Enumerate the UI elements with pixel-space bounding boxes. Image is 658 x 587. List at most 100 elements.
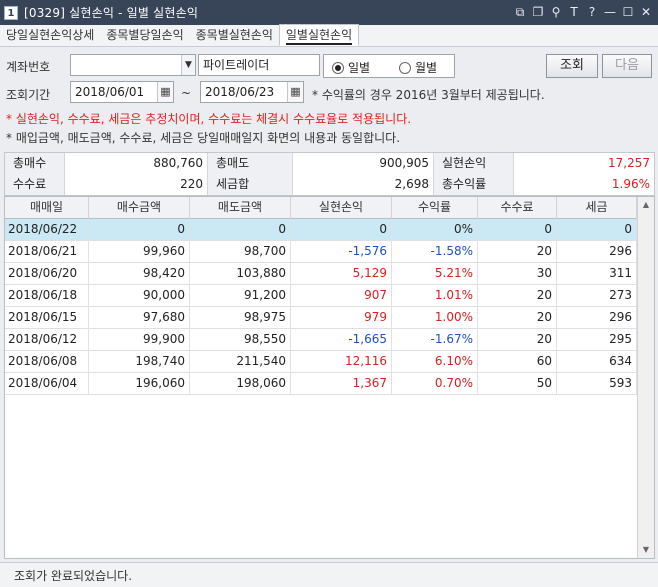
next-button[interactable]: 다음 — [602, 54, 652, 78]
minimize-icon[interactable]: — — [602, 4, 618, 20]
tab-3[interactable]: 일별실현손익 — [278, 24, 360, 46]
tab-2[interactable]: 종목별실현손익 — [190, 25, 279, 46]
pin-icon[interactable]: ⚲ — [548, 4, 564, 20]
header-tax[interactable]: 세금 — [557, 197, 637, 219]
scroll-down-icon[interactable]: ▼ — [638, 542, 654, 558]
maximize-icon[interactable]: ☐ — [620, 4, 636, 20]
table-row[interactable]: 2018/06/08 198,740 211,540 12,116 6.10% 60 634 — [5, 351, 637, 373]
cell-fee: 20 — [478, 241, 557, 263]
table-row[interactable]: 2018/06/04 196,060 198,060 1,367 0.70% 50 593 — [5, 373, 637, 395]
cell-buy-amount: 97,680 — [89, 307, 190, 329]
header-realized-pnl[interactable]: 실현손익 — [291, 197, 392, 219]
window-number-badge: 1 — [4, 5, 18, 20]
cell-return-rate: 0% — [392, 219, 478, 241]
cell-realized-pnl: 5,129 — [291, 263, 392, 285]
tab-1[interactable]: 종목별당일손익 — [100, 25, 189, 46]
total-return-label: 총수익률 — [434, 174, 514, 195]
cell-tax: 634 — [557, 351, 637, 373]
header-buy-amount[interactable]: 매수금액 — [89, 197, 190, 219]
same-content-notice: * 매입금액, 매도금액, 수수료, 세금은 당일매매일지 화면의 내용과 동일… — [6, 131, 401, 145]
cell-return-rate: -1.58% — [392, 241, 478, 263]
chevron-down-icon[interactable]: ▼ — [181, 55, 195, 75]
scroll-up-icon[interactable]: ▲ — [638, 197, 654, 213]
radio-monthly-dot — [399, 61, 411, 74]
cell-realized-pnl: 907 — [291, 285, 392, 307]
vertical-scrollbar[interactable]: ▲ ▼ — [637, 197, 654, 558]
cell-buy-amount: 0 — [89, 219, 190, 241]
help-icon[interactable]: ? — [584, 4, 600, 20]
tab-label: 일별실현손익 — [285, 28, 353, 45]
cell-sell-amount: 98,550 — [190, 329, 291, 351]
date-from-value: 2018/06/01 — [75, 85, 145, 99]
account-number-select[interactable]: ▼ — [70, 54, 196, 76]
table-row[interactable]: 2018/06/15 97,680 98,975 979 1.00% 20 296 — [5, 307, 637, 329]
cell-sell-amount: 91,200 — [190, 285, 291, 307]
total-sell-label: 총매도 — [208, 153, 293, 174]
search-button[interactable]: 조회 — [546, 54, 598, 78]
radio-daily-dot — [332, 61, 344, 74]
tab-label: 당일실현손익상세 — [6, 28, 95, 42]
radio-monthly-label: 월별 — [415, 61, 438, 75]
account-label: 계좌번호 — [6, 60, 51, 74]
copy-icon[interactable]: ❐ — [530, 4, 546, 20]
close-icon[interactable]: ✕ — [638, 4, 654, 20]
period-label: 조회기간 — [6, 88, 51, 102]
cell-trade-date: 2018/06/22 — [5, 219, 89, 241]
date-to-field[interactable]: 2018/06/23 ▦ — [200, 81, 304, 103]
font-icon[interactable]: T — [566, 4, 582, 20]
title-bar-icons: ⧉ ❐ ⚲ T? — ☐ ✕ — [512, 4, 654, 20]
header-sell-amount[interactable]: 매도금액 — [190, 197, 291, 219]
calendar-icon[interactable]: ▦ — [157, 82, 173, 102]
summary-row-2: 수수료 220 세금합 2,698 총수익률 1.96% — [5, 174, 654, 195]
header-return-rate[interactable]: 수익률 — [392, 197, 478, 219]
radio-monthly[interactable]: 월별 — [399, 59, 437, 76]
cell-tax: 0 — [557, 219, 637, 241]
header-fee[interactable]: 수수료 — [478, 197, 557, 219]
date-to-value: 2018/06/23 — [205, 85, 275, 99]
calendar-icon[interactable]: ▦ — [287, 82, 303, 102]
cell-tax: 273 — [557, 285, 637, 307]
radio-daily[interactable]: 일별 — [332, 59, 370, 76]
table-row[interactable]: 2018/06/20 98,420 103,880 5,129 5.21% 30 311 — [5, 263, 637, 285]
cell-realized-pnl: -1,665 — [291, 329, 392, 351]
daily-pnl-table[interactable]: 매매일 매수금액 매도금액 실현손익 수익률 수수료 세금 2018/06/22 0 0 0 0% 0… — [4, 196, 655, 559]
table-row[interactable]: 2018/06/22 0 0 0 0% 0 0 — [5, 219, 637, 241]
cell-fee: 20 — [478, 307, 557, 329]
account-name-field: 파이트레이더 — [198, 54, 320, 76]
summary-row-1: 총매수 880,760 총매도 900,905 실현손익 17,257 — [5, 153, 654, 174]
table-row[interactable]: 2018/06/12 99,900 98,550 -1,665 -1.67% 20 295 — [5, 329, 637, 351]
cell-fee: 60 — [478, 351, 557, 373]
tab-strip: 당일실현손익상세 종목별당일손익 종목별실현손익 일별실현손익 — [0, 24, 658, 47]
cell-buy-amount: 99,900 — [89, 329, 190, 351]
status-message: 조회가 완료되었습니다. — [14, 569, 133, 583]
cell-return-rate: 0.70% — [392, 373, 478, 395]
tax-label: 세금합 — [208, 174, 293, 195]
cell-trade-date: 2018/06/08 — [5, 351, 89, 373]
cell-return-rate: 6.10% — [392, 351, 478, 373]
cell-fee: 20 — [478, 329, 557, 351]
header-trade-date[interactable]: 매매일 — [5, 197, 89, 219]
tab-0[interactable]: 당일실현손익상세 — [0, 25, 100, 46]
query-panel: 계좌번호 ▼ 파이트레이더 일별 월별 조회 다음 조회기간 2018/06/0… — [0, 48, 658, 152]
cell-trade-date: 2018/06/21 — [5, 241, 89, 263]
window-title: [0329] 실현손익 - 일별 실현손익 — [24, 6, 199, 20]
summary-panel: 총매수 880,760 총매도 900,905 실현손익 17,257 수수료 … — [4, 152, 655, 196]
cell-fee: 30 — [478, 263, 557, 285]
total-buy-label: 총매수 — [5, 153, 65, 174]
cell-sell-amount: 103,880 — [190, 263, 291, 285]
table-row[interactable]: 2018/06/21 99,960 98,700 -1,576 -1.58% 20 296 — [5, 241, 637, 263]
table-row[interactable]: 2018/06/18 90,000 91,200 907 1.01% 20 273 — [5, 285, 637, 307]
cell-return-rate: -1.67% — [392, 329, 478, 351]
date-from-field[interactable]: 2018/06/01 ▦ — [70, 81, 174, 103]
cell-buy-amount: 90,000 — [89, 285, 190, 307]
cell-return-rate: 1.00% — [392, 307, 478, 329]
cell-realized-pnl: 979 — [291, 307, 392, 329]
realized-pnl-value: 17,257 — [514, 153, 654, 174]
cell-return-rate: 5.21% — [392, 263, 478, 285]
cell-trade-date: 2018/06/18 — [5, 285, 89, 307]
cell-trade-date: 2018/06/20 — [5, 263, 89, 285]
total-return-value: 1.96% — [514, 174, 654, 195]
layout-icon[interactable]: ⧉ — [512, 4, 528, 20]
cell-buy-amount: 98,420 — [89, 263, 190, 285]
fee-value: 220 — [65, 174, 208, 195]
